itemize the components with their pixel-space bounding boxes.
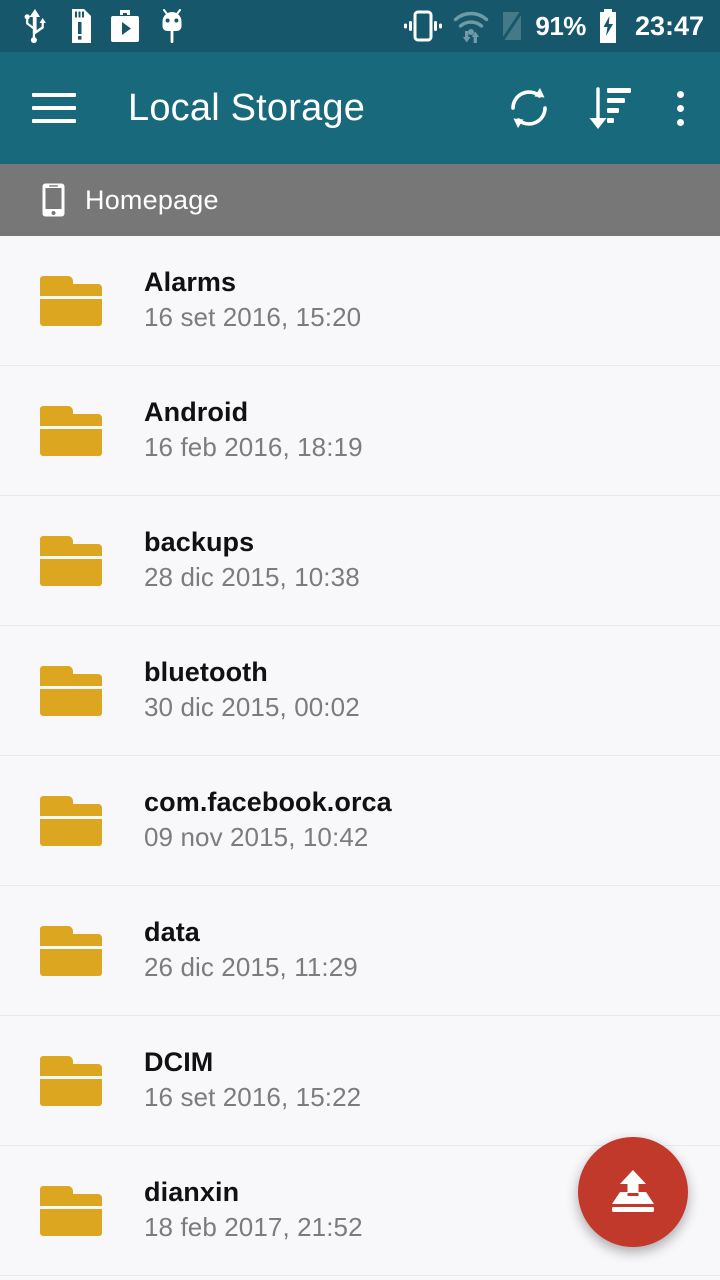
clock-label: 23:47 (634, 10, 704, 41)
file-item-text: Alarms 16 set 2016, 15:20 (144, 268, 361, 333)
file-item-text: Android 16 feb 2016, 18:19 (144, 398, 363, 463)
file-item-text: data 26 dic 2015, 11:29 (144, 918, 358, 983)
overflow-dot (676, 104, 684, 112)
file-item-date: 16 feb 2016, 18:19 (144, 431, 363, 462)
file-item-date: 16 set 2016, 15:22 (144, 1081, 362, 1112)
file-list-item[interactable]: Alarms 16 set 2016, 15:20 (0, 236, 720, 366)
file-item-name: data (144, 917, 200, 948)
app-bar: Local Storage (0, 52, 720, 164)
hamburger-menu-icon[interactable] (32, 84, 80, 132)
file-list-item[interactable]: com.facebook.orca 09 nov 2015, 10:42 (0, 756, 720, 886)
file-item-text: com.facebook.orca 09 nov 2015, 10:42 (144, 788, 392, 853)
file-item-date: 30 dic 2015, 00:02 (144, 691, 360, 722)
play-store-icon (111, 10, 139, 42)
file-list-item[interactable]: DCIM 16 set 2016, 15:22 (0, 1016, 720, 1146)
refresh-icon[interactable] (502, 81, 556, 135)
folder-icon (40, 535, 102, 586)
file-list: Alarms 16 set 2016, 15:20 Android 16 feb 20… (0, 236, 720, 1276)
sdcard-alert-icon (72, 9, 91, 43)
file-list-item[interactable]: backups 28 dic 2015, 10:38 (0, 496, 720, 626)
file-item-text: DCIM 16 set 2016, 15:22 (144, 1048, 361, 1113)
hamburger-line (32, 119, 76, 123)
hamburger-line (32, 93, 76, 97)
file-item-name: backups (144, 527, 255, 558)
file-item-date: 16 set 2016, 15:20 (144, 301, 362, 332)
vibrate-icon (404, 10, 443, 42)
file-item-name: bluetooth (144, 657, 268, 688)
hamburger-line (32, 106, 76, 110)
upload-icon (612, 1170, 654, 1212)
file-item-name: dianxin (144, 1177, 240, 1208)
file-list-item[interactable]: Android 16 feb 2016, 18:19 (0, 366, 720, 496)
file-item-date: 26 dic 2015, 11:29 (144, 951, 358, 982)
status-bar: 91% 23:47 (0, 0, 720, 52)
folder-icon (40, 405, 102, 456)
file-item-text: dianxin 18 feb 2017, 21:52 (144, 1178, 363, 1243)
folder-icon (40, 275, 102, 326)
folder-icon (40, 665, 102, 716)
folder-icon (40, 1055, 102, 1106)
battery-charging-icon (599, 9, 616, 43)
file-item-name: Android (144, 397, 249, 428)
file-item-name: Alarms (144, 267, 237, 298)
android-bug-icon (162, 9, 182, 43)
status-bar-left-icons (22, 9, 185, 43)
usb-icon (24, 9, 46, 43)
folder-icon (40, 925, 102, 976)
more-vertical-icon[interactable] (662, 81, 698, 135)
wifi-data-icon (454, 11, 489, 43)
file-item-date: 18 feb 2017, 21:52 (144, 1211, 363, 1242)
breadcrumb-label: Homepage (85, 184, 219, 215)
folder-icon (40, 1185, 102, 1236)
folder-icon (40, 795, 102, 846)
upload-fab-button[interactable] (578, 1137, 688, 1247)
file-item-name: com.facebook.orca (144, 787, 392, 818)
file-item-text: backups 28 dic 2015, 10:38 (144, 528, 360, 593)
battery-percent-label: 91% (535, 11, 586, 41)
phone-icon (42, 183, 65, 217)
status-bar-right-icons: 91% 23:47 (404, 9, 704, 43)
file-list-item[interactable]: bluetooth 30 dic 2015, 00:02 (0, 626, 720, 756)
overflow-dot (676, 118, 684, 126)
file-item-text: bluetooth 30 dic 2015, 00:02 (144, 658, 360, 723)
file-list-item[interactable]: data 26 dic 2015, 11:29 (0, 886, 720, 1016)
signal-off-icon (501, 10, 524, 42)
sort-descending-icon[interactable] (582, 81, 636, 135)
breadcrumb[interactable]: Homepage (0, 164, 720, 236)
file-item-date: 09 nov 2015, 10:42 (144, 821, 369, 852)
app-bar-actions (502, 81, 698, 135)
page-title: Local Storage (128, 86, 366, 129)
overflow-dot (676, 90, 684, 98)
file-item-date: 28 dic 2015, 10:38 (144, 561, 360, 592)
file-item-name: DCIM (144, 1047, 214, 1078)
